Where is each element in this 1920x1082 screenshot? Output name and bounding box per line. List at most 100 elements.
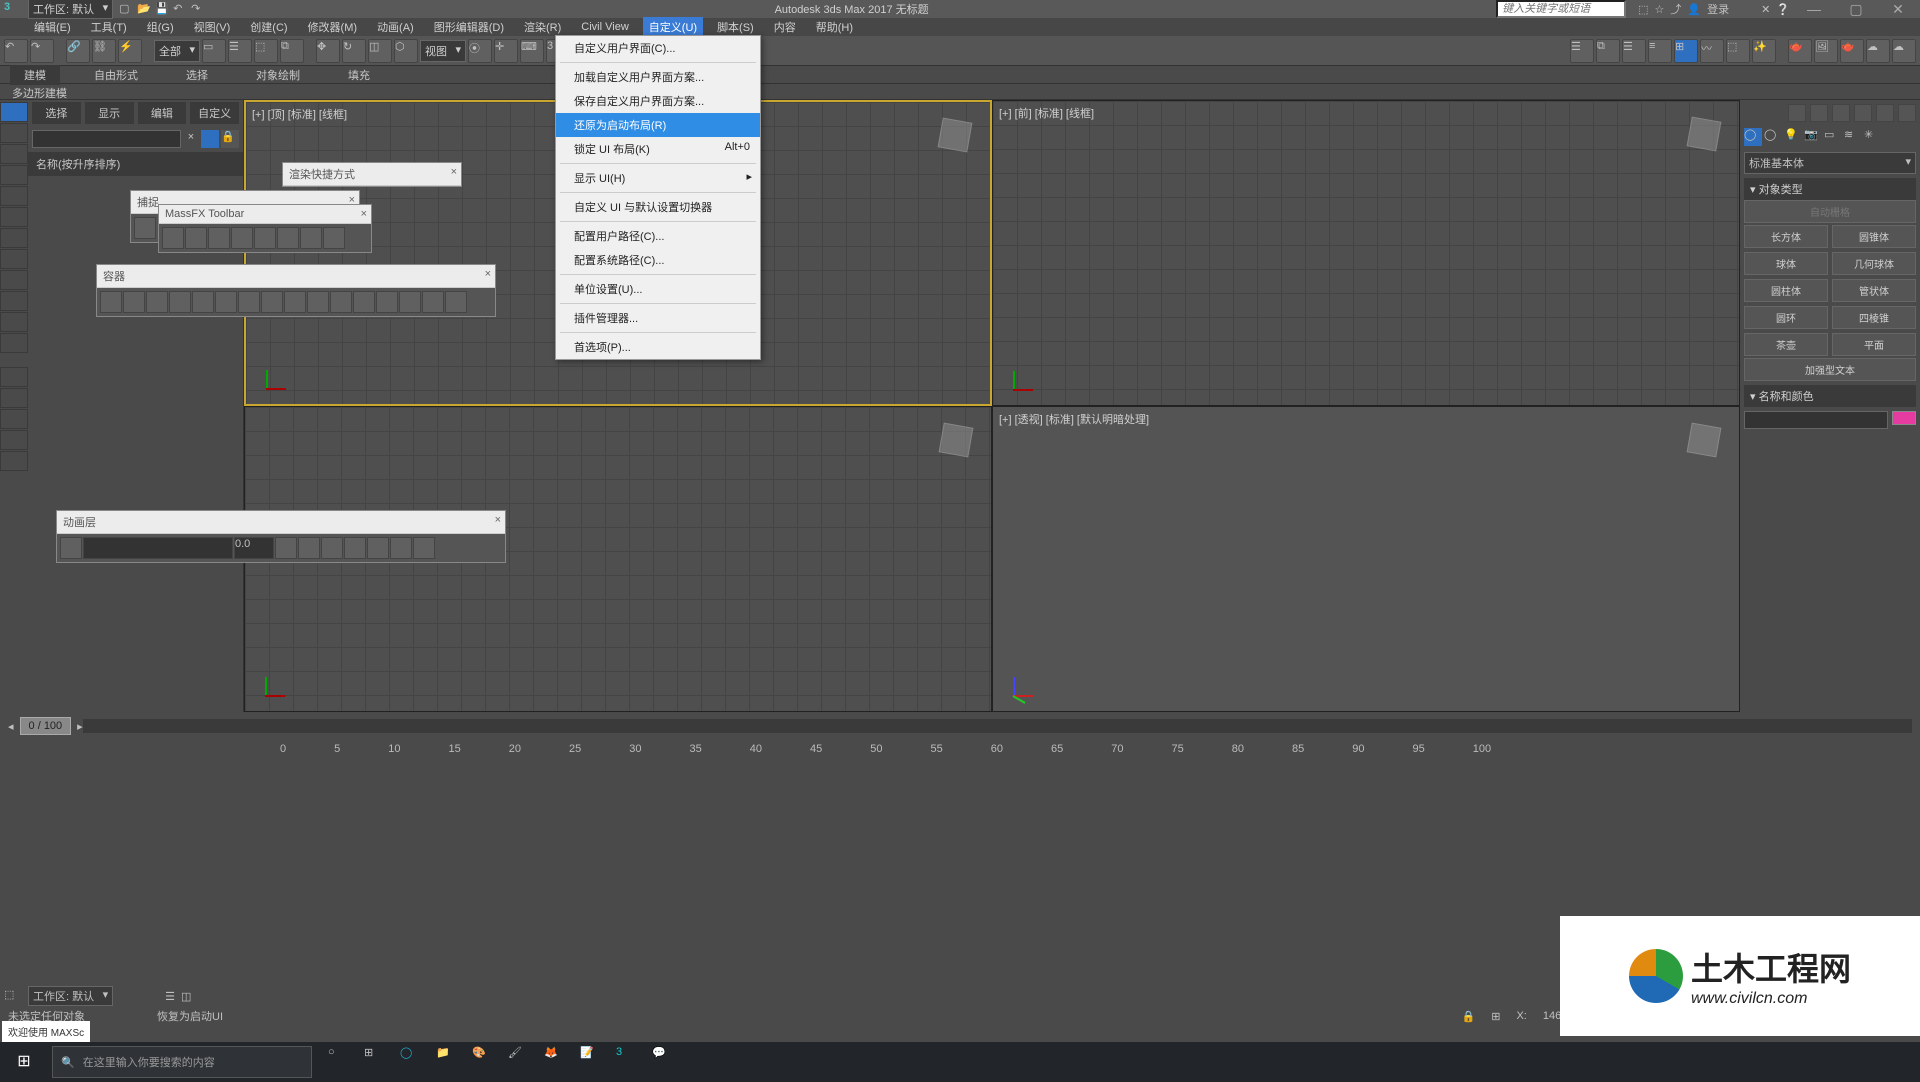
ribbon-tab-populate[interactable]: 填充	[334, 65, 384, 85]
workspace-dropdown[interactable]: 工作区: 默认	[28, 0, 113, 19]
viewcube-icon[interactable]	[935, 419, 977, 461]
tool-icon[interactable]	[0, 430, 28, 450]
move-button[interactable]: ✥	[316, 39, 340, 63]
viewport-label[interactable]: [+] [前] [标准] [线框]	[999, 105, 1094, 121]
shapes-tab-icon[interactable]: ◯	[1764, 128, 1782, 146]
prev-key-icon[interactable]: ◂	[8, 720, 14, 733]
menu-views[interactable]: 视图(V)	[188, 17, 237, 37]
time-slider[interactable]: ◂ 0 / 100 ▸	[0, 712, 1920, 740]
schematic-view-button[interactable]: ⬚	[1726, 39, 1750, 63]
close-icon[interactable]: ×	[485, 268, 491, 280]
task-view-icon[interactable]: ○	[328, 1046, 360, 1078]
container-icon[interactable]	[422, 291, 444, 313]
container-toolbar[interactable]: 容器×	[96, 264, 496, 317]
isolate-icon[interactable]: ◫	[181, 990, 191, 1003]
container-icon[interactable]	[284, 291, 306, 313]
redo-icon[interactable]: ↷	[191, 2, 207, 16]
create-tube-button[interactable]: 管状体	[1832, 279, 1916, 302]
helpers-tab-icon[interactable]: ▭	[1824, 128, 1842, 146]
menu-item-preferences[interactable]: 首选项(P)...	[556, 335, 760, 359]
rotate-button[interactable]: ↻	[342, 39, 366, 63]
save-icon[interactable]: 💾	[155, 2, 171, 16]
se-tab-edit[interactable]: 编辑	[138, 102, 187, 124]
ribbon-tab-freeform[interactable]: 自由形式	[80, 65, 152, 85]
tool-icon[interactable]	[0, 388, 28, 408]
curve-editor-button[interactable]: 〰	[1700, 39, 1724, 63]
create-pyramid-button[interactable]: 四棱锥	[1832, 306, 1916, 329]
tool-icon[interactable]	[0, 451, 28, 471]
spacewarps-tab-icon[interactable]: ≋	[1844, 128, 1862, 146]
animlayer-icon[interactable]	[390, 537, 412, 559]
lights-tab-icon[interactable]: 💡	[1784, 128, 1802, 146]
close-icon[interactable]: ×	[361, 208, 367, 220]
user-icon[interactable]: 👤	[1687, 3, 1701, 16]
ribbon-tab-modeling[interactable]: 建模	[10, 65, 60, 85]
transform-type-icon[interactable]: ⊞	[1491, 1010, 1500, 1023]
animlayer-toolbar[interactable]: 动画层× 0.0	[56, 510, 506, 563]
help-search-input[interactable]	[1496, 0, 1626, 18]
open-icon[interactable]: 📂	[137, 2, 153, 16]
tool-icon[interactable]	[0, 291, 28, 311]
massfx-rewind-icon[interactable]	[277, 227, 299, 249]
layers-button[interactable]: ≡	[1648, 39, 1672, 63]
menu-item-show-ui[interactable]: 显示 UI(H)	[556, 166, 760, 190]
menu-content[interactable]: 内容	[768, 17, 802, 37]
menu-tools[interactable]: 工具(T)	[85, 17, 133, 37]
select-region-button[interactable]: ⬚	[254, 39, 278, 63]
layout-icon[interactable]: ☰	[165, 990, 175, 1003]
menu-item-load-ui[interactable]: 加载自定义用户界面方案...	[556, 65, 760, 89]
systems-tab-icon[interactable]: ✳	[1864, 128, 1882, 146]
create-textplus-button[interactable]: 加强型文本	[1744, 358, 1916, 381]
redo-button[interactable]: ↷	[30, 39, 54, 63]
se-filter-icon[interactable]	[201, 130, 219, 148]
container-icon[interactable]	[100, 291, 122, 313]
animlayer-icon[interactable]	[275, 537, 297, 559]
container-icon[interactable]	[261, 291, 283, 313]
rendered-frame-button[interactable]: 🖼	[1814, 39, 1838, 63]
ribbon-toggle-button[interactable]: ⊞	[1674, 39, 1698, 63]
close-icon[interactable]: ×	[451, 166, 457, 178]
animlayer-icon[interactable]	[344, 537, 366, 559]
create-torus-button[interactable]: 圆环	[1744, 306, 1828, 329]
tool-icon[interactable]	[0, 186, 28, 206]
viewport-label[interactable]: [+] [透视] [标准] [默认明暗处理]	[999, 411, 1149, 427]
taskbar-app-icon[interactable]: 🖌	[508, 1046, 540, 1078]
menu-item-revert-startup-layout[interactable]: 还原为启动布局(R)	[556, 113, 760, 137]
tool-icon[interactable]	[0, 228, 28, 248]
create-plane-button[interactable]: 平面	[1832, 333, 1916, 356]
float-title[interactable]: 动画层	[57, 511, 505, 534]
tool-icon[interactable]	[0, 312, 28, 332]
viewcube-icon[interactable]	[934, 114, 976, 156]
maxscript-listener[interactable]: 欢迎使用 MAXSc	[2, 1021, 90, 1042]
file-explorer-icon[interactable]: 📁	[436, 1046, 468, 1078]
layer-explorer-icon[interactable]	[0, 123, 28, 143]
firefox-icon[interactable]: 🦊	[544, 1046, 576, 1078]
container-icon[interactable]	[376, 291, 398, 313]
pivot-center-button[interactable]: ⦿	[468, 39, 492, 63]
unlink-button[interactable]: ⛓	[92, 39, 116, 63]
float-title[interactable]: 渲染快捷方式	[283, 163, 461, 186]
menu-customize[interactable]: 自定义(U)	[643, 17, 703, 37]
tool-icon[interactable]	[0, 409, 28, 429]
render-iterative-button[interactable]: ☁	[1866, 39, 1890, 63]
render-production-button[interactable]: 🫖	[1840, 39, 1864, 63]
lock-selection-icon[interactable]: 🔒	[1462, 1010, 1476, 1023]
menu-civilview[interactable]: Civil View	[575, 19, 634, 35]
container-icon[interactable]	[330, 291, 352, 313]
render-shortcuts-toolbar[interactable]: 渲染快捷方式×	[282, 162, 462, 187]
scale-button[interactable]: ◫	[368, 39, 392, 63]
time-slider-handle[interactable]: 0 / 100	[20, 717, 72, 735]
menu-item-system-paths[interactable]: 配置系统路径(C)...	[556, 248, 760, 272]
create-cylinder-button[interactable]: 圆柱体	[1744, 279, 1828, 302]
menu-grapheditors[interactable]: 图形编辑器(D)	[428, 17, 510, 37]
exchange-icon[interactable]: ✕	[1761, 3, 1770, 16]
placement-button[interactable]: ⬡	[394, 39, 418, 63]
animlayer-icon[interactable]	[298, 537, 320, 559]
render-setup-button[interactable]: 🫖	[1788, 39, 1812, 63]
viewcube-icon[interactable]	[1683, 419, 1725, 461]
object-name-input[interactable]	[1744, 411, 1888, 429]
massfx-toolbar[interactable]: MassFX Toolbar×	[158, 204, 372, 253]
se-lock-icon[interactable]: 🔒	[221, 130, 239, 148]
tool-icon[interactable]	[1854, 104, 1872, 122]
taskbar-search-input[interactable]: 🔍 在这里输入你要搜索的内容	[52, 1046, 312, 1078]
